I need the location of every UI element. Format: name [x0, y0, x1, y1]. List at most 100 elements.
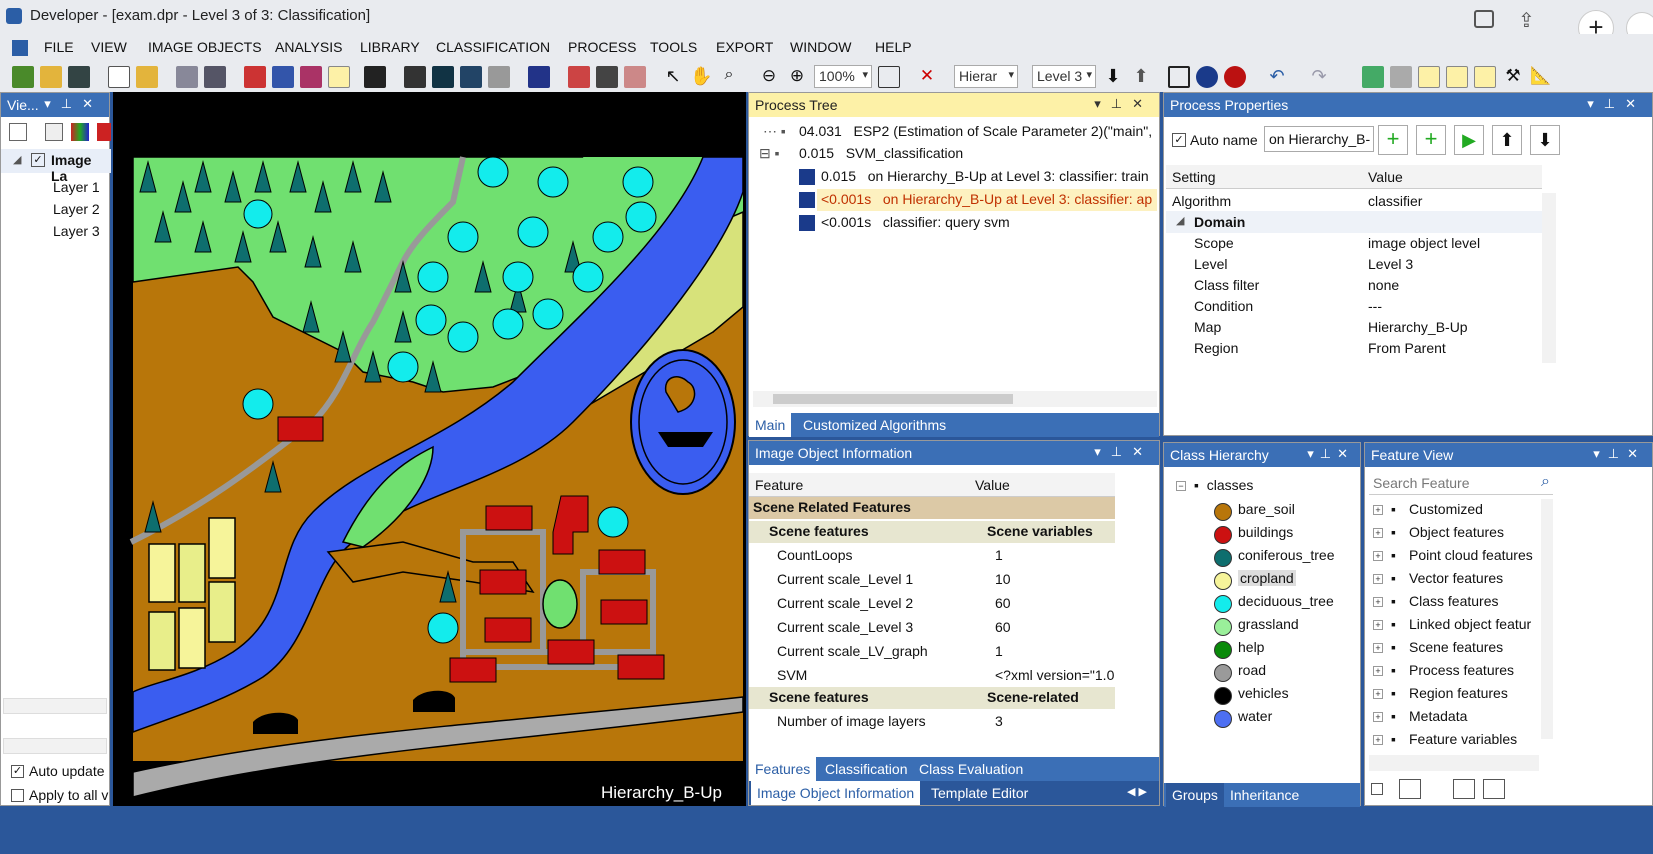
feature-checkbox[interactable]	[1371, 783, 1383, 795]
stop-icon[interactable]	[1224, 66, 1246, 88]
expand-icon[interactable]: +	[1373, 666, 1383, 676]
feature-item[interactable]: Feature variables	[1409, 731, 1541, 747]
process-row-3[interactable]: <0.001s on Hierarchy_B-Up at Level 3: cl…	[821, 191, 1152, 207]
expand-icon[interactable]: +	[1373, 574, 1383, 584]
class-item[interactable]: coniferous_tree	[1238, 547, 1335, 563]
window-icon[interactable]	[1168, 66, 1190, 88]
zoom-in-icon[interactable]: ⊕	[786, 66, 808, 88]
class-tree-icon[interactable]	[1418, 66, 1440, 88]
prop-map-value[interactable]: Hierarchy_B-Up	[1368, 319, 1468, 335]
class-item[interactable]: vehicles	[1238, 685, 1289, 701]
open-project-icon[interactable]	[40, 66, 62, 88]
feature-icon[interactable]	[1474, 66, 1496, 88]
collapse-icon[interactable]: ◢	[13, 153, 21, 166]
process-row-2[interactable]: 0.015 on Hierarchy_B-Up at Level 3: clas…	[821, 168, 1149, 184]
zoom-out-icon[interactable]: ⊖	[758, 66, 780, 88]
prop-condition-value[interactable]: ---	[1368, 298, 1382, 314]
redo-icon[interactable]: ↷	[1308, 66, 1330, 88]
class-color-swatch[interactable]	[1214, 641, 1232, 659]
color-view-icon[interactable]	[97, 123, 111, 141]
split-view-icon[interactable]	[568, 66, 590, 88]
class-color-swatch[interactable]	[1214, 526, 1232, 544]
clear-icon[interactable]: ✕	[916, 66, 938, 88]
process-tree-buttons[interactable]: ▾⊥✕	[1094, 96, 1153, 112]
feature-item[interactable]: Customized	[1409, 501, 1541, 517]
feature-view-buttons[interactable]: ▾⊥✕	[1593, 446, 1646, 462]
tab-inheritance[interactable]: Inheritance	[1224, 783, 1305, 807]
workspace-icon[interactable]	[204, 66, 226, 88]
tab-image-object-information[interactable]: Image Object Information	[751, 781, 921, 805]
viewer-hscrollbar-2[interactable]	[3, 738, 107, 754]
expand-icon[interactable]: +	[1373, 597, 1383, 607]
viewer-panel-buttons[interactable]: ▾⊥✕	[44, 96, 103, 112]
process-row-1[interactable]: 0.015 SVM_classification	[799, 145, 963, 161]
zoom-area-icon[interactable]: ⌕	[718, 66, 740, 88]
globe-icon[interactable]	[364, 66, 386, 88]
feature-item[interactable]: Metadata	[1409, 708, 1541, 724]
zoom-fit-icon[interactable]	[878, 66, 900, 88]
level-up-icon[interactable]: ⬆	[1130, 66, 1152, 88]
feature-search-input[interactable]: Search Feature	[1369, 473, 1553, 495]
auto-update-checkbox[interactable]: ✓	[11, 765, 24, 778]
segmentation-icon[interactable]	[244, 66, 266, 88]
measure-icon[interactable]: 📐	[1530, 66, 1552, 88]
edit-icon[interactable]	[328, 66, 350, 88]
class-hierarchy-buttons[interactable]: ▾⊥✕	[1307, 446, 1354, 462]
tab-class-evaluation[interactable]: Class Evaluation	[913, 757, 1029, 781]
feature-item[interactable]: Region features	[1409, 685, 1541, 701]
feature-item[interactable]: Point cloud features	[1409, 547, 1541, 563]
undo-icon[interactable]: ↶	[1266, 66, 1288, 88]
view-outline-icon[interactable]	[488, 66, 510, 88]
apply-all-checkbox[interactable]	[11, 789, 24, 802]
prop-level-value[interactable]: Level 3	[1368, 256, 1413, 272]
expand-icon[interactable]: +	[1373, 735, 1383, 745]
level-icon[interactable]	[272, 66, 294, 88]
menu-file[interactable]: FILE	[44, 39, 74, 55]
pan-icon[interactable]: ✋	[690, 66, 712, 88]
class-color-swatch[interactable]	[1214, 687, 1232, 705]
feature-tool-3[interactable]	[1483, 779, 1505, 799]
menu-classification[interactable]: CLASSIFICATION	[436, 39, 550, 55]
insert-child-button[interactable]: +	[1416, 125, 1446, 155]
prop-algorithm-value[interactable]: classifier	[1368, 193, 1422, 209]
class-edit-icon[interactable]	[1446, 66, 1468, 88]
image-layers-checkbox[interactable]: ✓	[31, 153, 45, 167]
view-layers-icon[interactable]	[404, 66, 426, 88]
feature-hscroll[interactable]	[1369, 755, 1539, 771]
process-name-input[interactable]: on Hierarchy_B-	[1264, 126, 1374, 152]
pixel-view-icon[interactable]	[528, 66, 550, 88]
tools-icon[interactable]: ⚒	[1502, 66, 1524, 88]
feature-item[interactable]: Linked object featur	[1409, 616, 1541, 632]
image-viewport[interactable]: Hierarchy_B-Up	[113, 92, 746, 806]
level-select[interactable]: Level 3	[1032, 65, 1096, 88]
layer-3[interactable]: Layer 3	[53, 223, 100, 239]
tab-groups[interactable]: Groups	[1166, 783, 1224, 807]
process-row-0[interactable]: 04.031 ESP2 (Estimation of Scale Paramet…	[799, 123, 1152, 139]
menu-library[interactable]: LIBRARY	[360, 39, 420, 55]
process-row-4[interactable]: <0.001s classifier: query svm	[821, 214, 1010, 230]
tab-template-editor[interactable]: Template Editor	[925, 781, 1034, 805]
expand-icon[interactable]: +	[1373, 505, 1383, 515]
process-tree-hscroll[interactable]	[753, 391, 1157, 407]
auto-name-checkbox[interactable]: ✓	[1172, 133, 1186, 147]
manage-classes-icon[interactable]	[1362, 66, 1384, 88]
tab-features[interactable]: Features	[749, 757, 817, 781]
share-icon[interactable]: ⇪	[1518, 8, 1535, 33]
domain-collapse-icon[interactable]: ◢	[1176, 214, 1184, 227]
classification-map[interactable]: Hierarchy_B-Up	[113, 92, 746, 806]
menu-view[interactable]: VIEW	[91, 39, 127, 55]
class-color-swatch[interactable]	[1214, 503, 1232, 521]
download-icon[interactable]	[1474, 10, 1494, 28]
class-color-swatch[interactable]	[1214, 572, 1232, 590]
menu-image-objects[interactable]: IMAGE OBJECTS	[148, 39, 262, 55]
class-item[interactable]: buildings	[1238, 524, 1293, 540]
save-project-icon[interactable]	[68, 66, 90, 88]
new-icon[interactable]	[108, 66, 130, 88]
menu-window[interactable]: WINDOW	[790, 39, 851, 55]
rgb-view-icon[interactable]	[71, 123, 89, 141]
feature-item[interactable]: Object features	[1409, 524, 1541, 540]
menu-analysis[interactable]: ANALYSIS	[275, 39, 342, 55]
feature-item[interactable]: Process features	[1409, 662, 1541, 678]
split-view-2-icon[interactable]	[596, 66, 618, 88]
feature-vscroll[interactable]	[1541, 499, 1553, 739]
